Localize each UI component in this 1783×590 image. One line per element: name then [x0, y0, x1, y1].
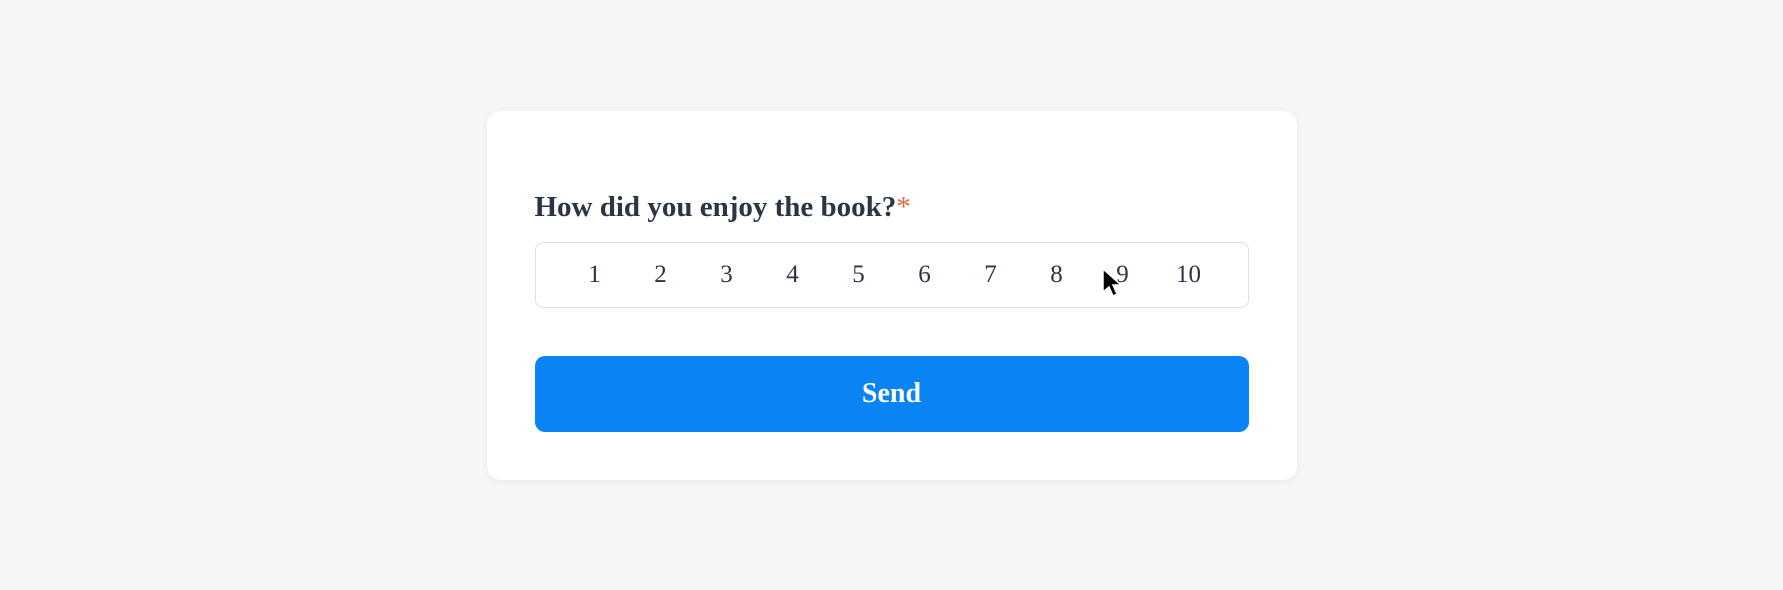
- rating-option-3[interactable]: 3: [694, 261, 760, 289]
- rating-scale: 1 2 3 4 5 6 7 8 9 10: [535, 242, 1249, 308]
- rating-option-4[interactable]: 4: [760, 261, 826, 289]
- rating-option-10[interactable]: 10: [1156, 261, 1222, 289]
- rating-option-1[interactable]: 1: [562, 261, 628, 289]
- survey-card: How did you enjoy the book?* 1 2 3 4 5 6…: [487, 111, 1297, 480]
- rating-option-2[interactable]: 2: [628, 261, 694, 289]
- question-label: How did you enjoy the book?*: [535, 191, 1249, 224]
- send-button[interactable]: Send: [535, 356, 1249, 432]
- rating-option-7[interactable]: 7: [958, 261, 1024, 289]
- rating-option-6[interactable]: 6: [892, 261, 958, 289]
- rating-option-8[interactable]: 8: [1024, 261, 1090, 289]
- question-text: How did you enjoy the book?: [535, 191, 897, 223]
- rating-option-5[interactable]: 5: [826, 261, 892, 289]
- rating-option-9[interactable]: 9: [1090, 261, 1156, 289]
- required-mark: *: [896, 191, 911, 223]
